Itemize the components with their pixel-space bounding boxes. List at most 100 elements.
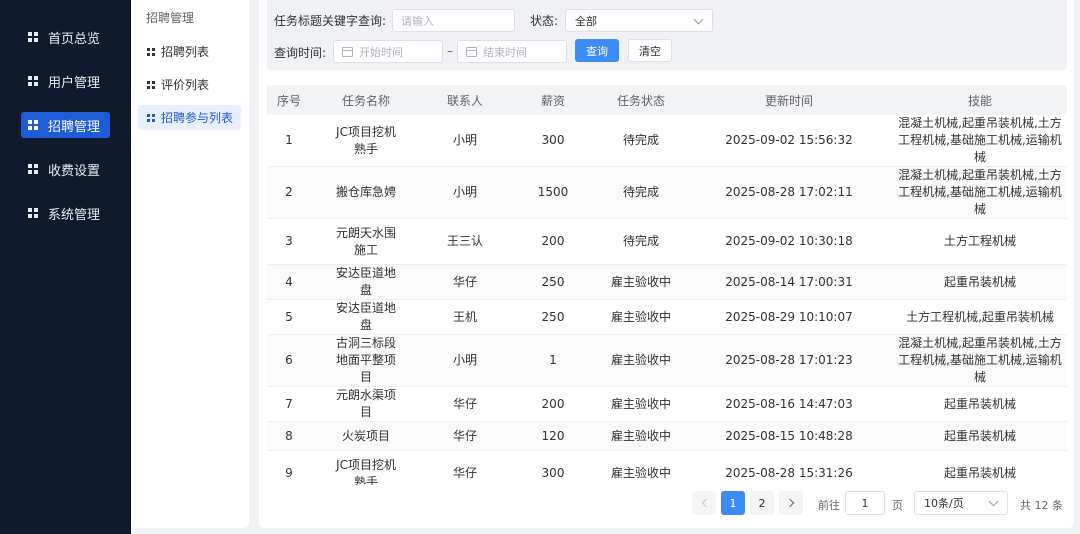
task-status-cell: 待完成 [597, 218, 685, 265]
keyword-label: 任务标题关键字查询: [274, 14, 387, 28]
status-label: 状态: [530, 14, 559, 28]
grid-icon [147, 113, 155, 122]
calendar-icon [466, 46, 477, 57]
chevron-down-icon [988, 496, 999, 507]
calendar-icon [342, 46, 353, 57]
row-index-cell: 4 [267, 264, 311, 300]
page-unit-label: 页 [892, 499, 903, 512]
contact-name-cell: 小明 [421, 166, 509, 219]
task-name-cell: 安达臣道地盘 [311, 299, 421, 335]
sub-navigation: 招聘管理 招聘列表 评价列表 招聘参与列表 [131, 0, 249, 528]
nav-item-system[interactable]: 系统管理 [21, 200, 110, 226]
task-name-cell: 搬仓库急娉 [311, 166, 421, 219]
page-size-select[interactable]: 10条/页 [914, 491, 1008, 515]
nav-item-label: 招聘管理 [48, 119, 101, 135]
grid-icon [147, 80, 155, 89]
column-header: 更新时间 [685, 85, 893, 115]
grid-icon [28, 120, 38, 130]
salary-cell: 250 [509, 299, 597, 335]
task-status-cell: 雇主验收中 [597, 264, 685, 300]
row-index-cell: 6 [267, 334, 311, 387]
keyword-input[interactable]: 请输入 [392, 9, 515, 32]
page-number-input[interactable]: 1 [845, 491, 885, 515]
subnav-item-recruit-list[interactable]: 招聘列表 [138, 39, 241, 64]
status-select[interactable]: 全部 [565, 9, 713, 32]
contact-name-cell: 王三认 [421, 218, 509, 265]
time-label: 查询时间: [274, 46, 327, 60]
table-row: 1 JC项目挖机熟手 小明 300 待完成 2025-09-02 15:56:32 混凝土机… [267, 115, 1067, 167]
column-header: 任务状态 [597, 85, 685, 115]
nav-item-fees[interactable]: 收费设置 [21, 156, 110, 182]
subnav-item-participant-list[interactable]: 招聘参与列表 [138, 105, 241, 130]
skills-cell: 起重吊装机械 [893, 264, 1067, 300]
updated-time-cell: 2025-08-16 14:47:03 [685, 386, 893, 422]
updated-time-cell: 2025-09-02 10:30:18 [685, 218, 893, 265]
contact-name-cell: 华仔 [421, 450, 509, 485]
table-row: 9 JC项目挖机熟手 华仔 300 雇主验收中 2025-08-28 15:31:26 起重… [267, 450, 1067, 485]
contact-name-cell: 华仔 [421, 386, 509, 422]
goto-label: 前往 [818, 499, 840, 512]
clear-button[interactable]: 清空 [628, 39, 672, 62]
row-index-cell: 9 [267, 450, 311, 485]
grid-icon [28, 32, 38, 42]
nav-item-recruitment[interactable]: 招聘管理 [21, 112, 110, 138]
table-row: 5 安达臣道地盘 王机 250 雇主验收中 2025-08-29 10:10:07 土方工程… [267, 299, 1067, 335]
task-status-cell: 雇主验收中 [597, 421, 685, 451]
skills-cell: 混凝土机械,起重吊装机械,土方工程机械,基础施工机械,运输机械 [893, 334, 1067, 387]
start-time-input[interactable]: 开始时间 [333, 40, 443, 63]
row-index-cell: 2 [267, 166, 311, 219]
salary-cell: 120 [509, 421, 597, 451]
end-time-placeholder: 结束时间 [483, 45, 527, 59]
salary-cell: 250 [509, 264, 597, 300]
updated-time-cell: 2025-08-28 17:01:23 [685, 334, 893, 387]
row-index-cell: 5 [267, 299, 311, 335]
task-name-cell: 古洞三标段地面平整项目 [311, 334, 421, 387]
filter-bar: 任务标题关键字查询: 请输入 状态: 全部 查询时间: 开始时间 – 结束时间 … [267, 0, 1067, 70]
contact-name-cell: 小明 [421, 115, 509, 167]
nav-item-home[interactable]: 首页总览 [21, 24, 110, 50]
status-select-value: 全部 [575, 14, 597, 28]
nav-item-label: 首页总览 [48, 31, 101, 47]
table-row: 8 火炭项目 华仔 120 雇主验收中 2025-08-15 10:48:28 起重吊装机械 [267, 421, 1067, 451]
updated-time-cell: 2025-09-02 15:56:32 [685, 115, 893, 167]
row-index-cell: 8 [267, 421, 311, 451]
nav-item-users[interactable]: 用户管理 [21, 68, 110, 94]
table-row: 3 元朗天水围施工 王三认 200 待完成 2025-09-02 10:30:18 土方工程… [267, 218, 1067, 265]
page-button-2[interactable]: 2 [750, 491, 774, 515]
column-header: 任务名称 [311, 85, 421, 115]
table-header-row: 序号 任务名称 联系人 薪资 任务状态 更新时间 技能 [267, 85, 1067, 115]
next-page-button[interactable] [779, 491, 803, 515]
contact-name-cell: 华仔 [421, 264, 509, 300]
chevron-down-icon [693, 14, 704, 25]
prev-page-button[interactable] [692, 491, 716, 515]
salary-cell: 200 [509, 218, 597, 265]
search-button[interactable]: 查询 [575, 39, 619, 62]
grid-icon [147, 47, 155, 56]
row-index-cell: 1 [267, 115, 311, 167]
task-status-cell: 雇主验收中 [597, 334, 685, 387]
page-size-value: 10条/页 [924, 497, 964, 510]
contact-name-cell: 华仔 [421, 421, 509, 451]
updated-time-cell: 2025-08-29 10:10:07 [685, 299, 893, 335]
skills-cell: 起重吊装机械 [893, 450, 1067, 485]
subnav-title: 招聘管理 [146, 11, 195, 25]
salary-cell: 300 [509, 115, 597, 167]
total-count: 共 12 条 [1020, 499, 1063, 512]
task-status-cell: 雇主验收中 [597, 450, 685, 485]
table-body: 1 JC项目挖机熟手 小明 300 待完成 2025-09-02 15:56:32 混凝土机… [267, 115, 1067, 485]
nav-item-label: 收费设置 [48, 163, 101, 179]
task-status-cell: 待完成 [597, 166, 685, 219]
skills-cell: 混凝土机械,起重吊装机械,土方工程机械,基础施工机械,运输机械 [893, 115, 1067, 167]
updated-time-cell: 2025-08-28 15:31:26 [685, 450, 893, 485]
page-button-1[interactable]: 1 [721, 491, 745, 515]
task-status-cell: 雇主验收中 [597, 299, 685, 335]
subnav-item-review-list[interactable]: 评价列表 [138, 72, 241, 97]
task-name-cell: 火炭项目 [311, 421, 421, 451]
chevron-left-icon [701, 498, 710, 508]
task-status-cell: 待完成 [597, 115, 685, 167]
column-header: 联系人 [421, 85, 509, 115]
end-time-input[interactable]: 结束时间 [457, 40, 567, 63]
task-status-cell: 雇主验收中 [597, 386, 685, 422]
sidebar: 首页总览 用户管理 招聘管理 收费设置 系统管理 [0, 0, 131, 534]
salary-cell: 300 [509, 450, 597, 485]
